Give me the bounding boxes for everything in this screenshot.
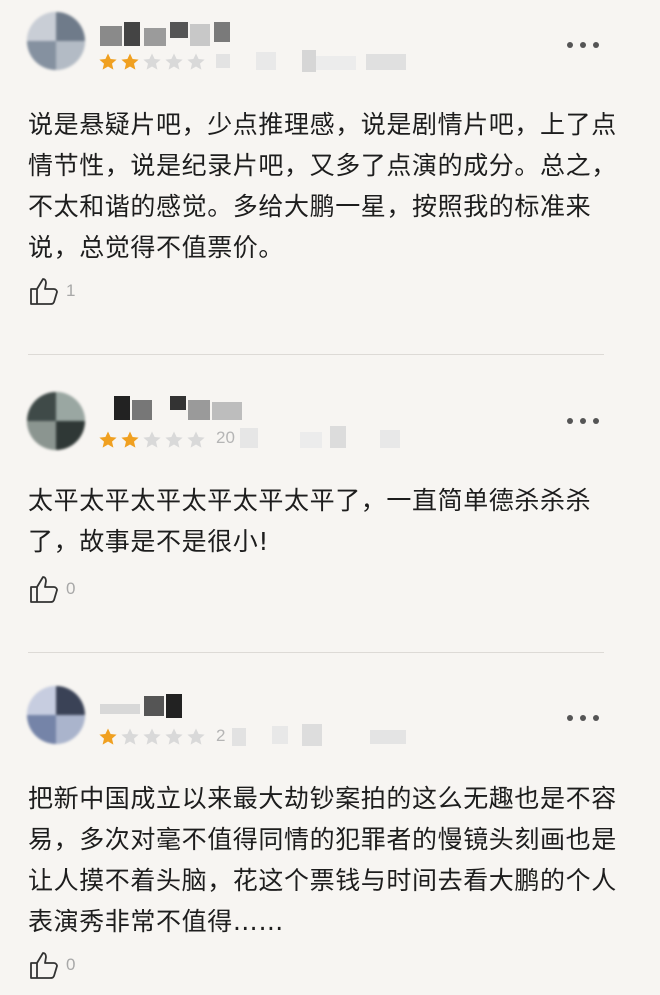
star-empty-icon <box>187 431 205 448</box>
star-empty-icon <box>187 728 205 745</box>
like-count: 0 <box>66 579 76 598</box>
avatar[interactable] <box>27 392 85 450</box>
like-button[interactable]: 0 <box>28 948 75 982</box>
avatar[interactable] <box>27 12 85 70</box>
divider <box>28 652 604 653</box>
more-options-icon[interactable] <box>567 416 599 426</box>
star-rating <box>98 430 206 450</box>
like-button[interactable]: 0 <box>28 572 75 606</box>
like-button[interactable]: 1 <box>28 274 75 308</box>
star-rating <box>98 727 206 747</box>
star-filled-icon <box>99 431 117 448</box>
date-obscured <box>232 724 432 746</box>
avatar[interactable] <box>27 686 85 744</box>
username-obscured[interactable] <box>100 694 250 720</box>
divider <box>28 354 604 355</box>
star-filled-icon <box>121 53 139 70</box>
review-date: 20 <box>216 428 235 447</box>
like-count: 1 <box>66 281 76 300</box>
star-empty-icon <box>165 53 183 70</box>
thumbs-up-icon <box>30 278 58 305</box>
star-rating <box>98 52 206 72</box>
star-empty-icon <box>165 728 183 745</box>
review-date: 2 <box>216 726 226 745</box>
date-obscured <box>216 50 416 72</box>
star-filled-icon <box>121 431 139 448</box>
username-obscured[interactable] <box>100 396 250 422</box>
star-filled-icon <box>99 53 117 70</box>
star-filled-icon <box>99 728 117 745</box>
username-obscured[interactable] <box>100 22 250 48</box>
more-options-icon[interactable] <box>567 40 599 50</box>
star-empty-icon <box>187 53 205 70</box>
star-empty-icon <box>143 53 161 70</box>
thumbs-up-icon <box>30 952 58 979</box>
star-empty-icon <box>143 431 161 448</box>
star-empty-icon <box>121 728 139 745</box>
star-empty-icon <box>143 728 161 745</box>
review-text: 说是悬疑片吧，少点推理感，说是剧情片吧，上了点情节性，说是纪录片吧，又多了点演的… <box>28 110 617 262</box>
star-empty-icon <box>165 431 183 448</box>
more-options-icon[interactable] <box>567 713 599 723</box>
review-text: 太平太平太平太平太平太平了，一直简单德杀杀杀了，故事是不是很小! <box>28 486 592 556</box>
like-count: 0 <box>66 955 76 974</box>
date-obscured <box>240 426 440 448</box>
thumbs-up-icon <box>30 576 58 603</box>
review-text: 把新中国成立以来最大劫钞案拍的这么无趣也是不容易，多次对毫不值得同情的犯罪者的慢… <box>28 784 617 936</box>
